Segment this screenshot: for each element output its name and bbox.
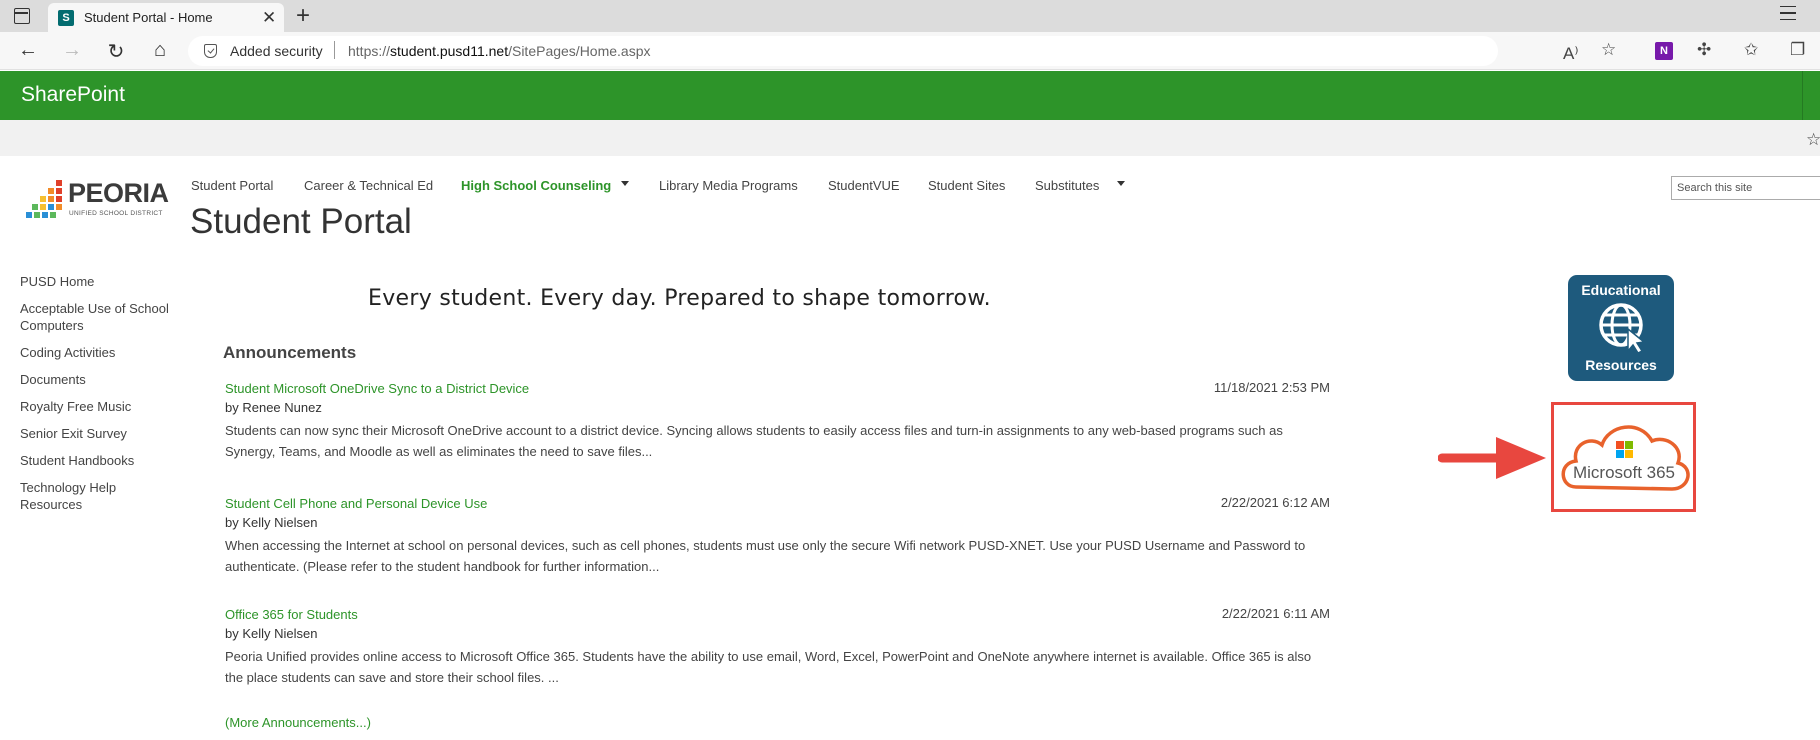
address-bar: ← → ↻ ⌂ Added security https://student.p… [0,32,1820,70]
topnav-high-school-counseling[interactable]: High School Counseling [461,178,611,193]
leftnav-student-handbooks[interactable]: Student Handbooks [20,452,180,469]
home-icon[interactable]: ⌂ [148,39,172,62]
topnav-student-sites[interactable]: Student Sites [928,178,1005,193]
announcement-date: 2/22/2021 6:11 AM [1221,606,1330,621]
topnav-career-technical-ed[interactable]: Career & Technical Ed [304,178,433,193]
refresh-icon[interactable]: ↻ [104,39,128,64]
leftnav-pusd-home[interactable]: PUSD Home [20,273,180,290]
security-label[interactable]: Added security [230,43,323,59]
globe-cursor-icon [1599,303,1646,353]
topnav-student-portal[interactable]: Student Portal [191,178,273,193]
favorite-add-icon[interactable]: ☆ [1601,40,1616,60]
leftnav-documents[interactable]: Documents [20,371,180,388]
chevron-down-icon[interactable] [1117,181,1125,186]
tab-title: Student Portal - Home [84,10,213,25]
search-input[interactable] [1672,177,1812,199]
educational-resources-tile[interactable]: Educational Resources [1568,275,1674,381]
sidebar-icon[interactable] [14,8,30,24]
topnav-studentvue[interactable]: StudentVUE [828,178,900,193]
onenote-icon[interactable]: N [1655,42,1673,60]
sharepoint-favicon-icon: S [58,10,74,26]
list-item: Student Microsoft OneDrive Sync to a Dis… [225,380,1330,462]
edu-tile-label-bottom: Resources [1585,357,1657,373]
more-announcements-link[interactable]: (More Announcements...) [225,715,371,730]
announcement-body: Students can now sync their Microsoft On… [225,423,1283,459]
peoria-logo[interactable]: PEORIA UNIFIED SCHOOL DISTRICT [26,178,169,220]
follow-star-icon[interactable]: ☆ [1806,130,1820,150]
leftnav-senior-exit-survey[interactable]: Senior Exit Survey [20,425,180,442]
forward-icon[interactable]: → [60,39,84,62]
search-box [1671,176,1820,200]
leftnav-technology-help[interactable]: Technology Help Resources [20,479,180,513]
menu-icon[interactable] [1780,6,1796,20]
announcement-author: by Kelly Nielsen [225,515,318,530]
back-icon[interactable]: ← [16,39,40,62]
extensions-icon[interactable]: ✣ [1697,40,1711,60]
logo-text: PEORIA [68,178,169,208]
topnav-substitutes[interactable]: Substitutes [1035,178,1099,193]
tagline-image: Every student. Every day. Prepared to sh… [368,286,991,311]
announcement-title[interactable]: Office 365 for Students [225,607,358,622]
url-divider [334,41,335,59]
announcement-author: by Renee Nunez [225,400,322,415]
microsoft-365-label: Microsoft 365 [1573,463,1675,482]
url-input[interactable]: Added security https://student.pusd11.ne… [188,36,1579,66]
lock-icon[interactable] [204,44,217,58]
read-aloud-icon[interactable]: A⁾ [1563,44,1579,64]
left-navigation: PUSD Home Acceptable Use of School Compu… [20,273,180,523]
list-item: Office 365 for Students 2/22/2021 6:11 A… [225,606,1330,688]
topnav-library-media-programs[interactable]: Library Media Programs [659,178,798,193]
chevron-down-icon[interactable] [621,181,629,186]
sharepoint-title[interactable]: SharePoint [21,83,125,107]
red-arrow-icon [1438,437,1546,479]
new-tab-icon[interactable]: + [296,2,310,30]
announcement-date: 2/22/2021 6:12 AM [1220,495,1330,510]
announcement-body: When accessing the Internet at school on… [225,538,1306,574]
leftnav-coding-activities[interactable]: Coding Activities [20,344,180,361]
edu-tile-label-top: Educational [1581,282,1661,298]
favorites-icon[interactable]: ✩ [1744,40,1758,60]
browser-tab[interactable]: S Student Portal - Home ✕ [48,3,284,32]
announcement-date: 11/18/2021 2:53 PM [1213,380,1330,395]
announcement-title[interactable]: Student Cell Phone and Personal Device U… [225,496,487,511]
microsoft-365-tile[interactable]: Microsoft 365 [1551,402,1696,512]
announcement-author: by Kelly Nielsen [225,626,318,641]
leftnav-acceptable-use[interactable]: Acceptable Use of School Computers [20,300,180,334]
microsoft-365-cloud-icon: Microsoft 365 [1561,425,1690,491]
suitebar-divider [1802,71,1803,120]
page-title: Student Portal [190,202,412,241]
close-tab-icon[interactable]: ✕ [262,8,276,28]
announcements-heading[interactable]: Announcements [223,343,356,363]
browser-tab-bar: S Student Portal - Home ✕ + [0,0,1820,32]
collections-icon[interactable]: ❐ [1790,40,1805,60]
url-text[interactable]: https://student.pusd11.net/SitePages/Hom… [348,43,651,59]
ribbon-bar: ☆ [0,120,1820,156]
announcement-body: Peoria Unified provides online access to… [225,649,1312,685]
announcement-title[interactable]: Student Microsoft OneDrive Sync to a Dis… [225,381,529,396]
logo-subtext: UNIFIED SCHOOL DISTRICT [69,210,163,217]
sharepoint-suite-bar: SharePoint [0,71,1820,120]
leftnav-royalty-free-music[interactable]: Royalty Free Music [20,398,180,415]
list-item: Student Cell Phone and Personal Device U… [225,495,1330,577]
